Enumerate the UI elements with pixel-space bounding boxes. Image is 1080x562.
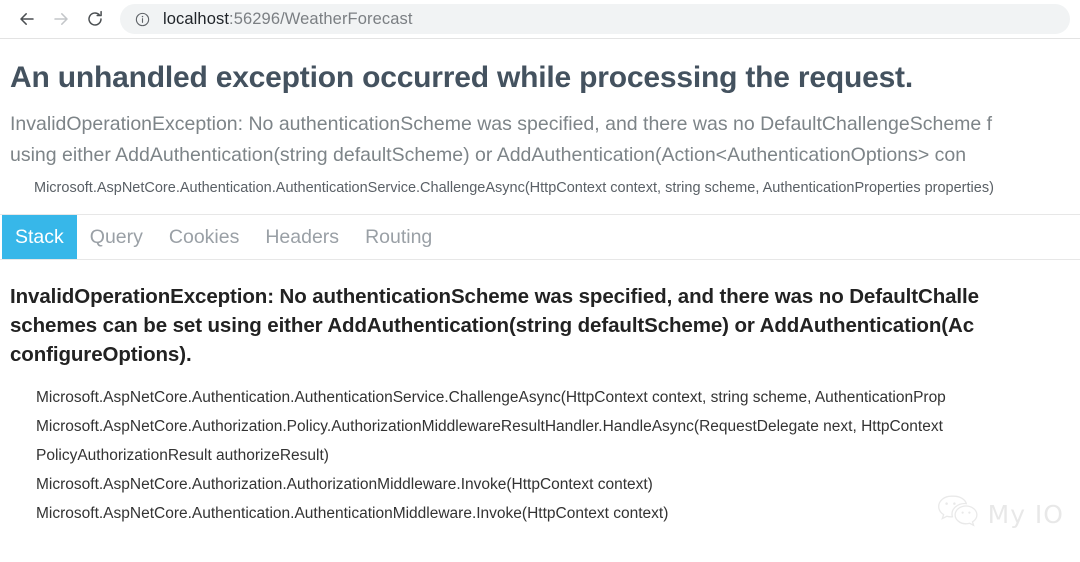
browser-toolbar: localhost:56296/WeatherForecast: [0, 0, 1080, 39]
tab-headers-label: Headers: [265, 225, 340, 248]
exception-summary-line-2: using either AddAuthentication(string de…: [10, 144, 967, 166]
info-circle-icon[interactable]: [134, 11, 151, 28]
reload-button[interactable]: [78, 2, 112, 36]
tab-bar: Stack Query Cookies Headers Routing: [0, 214, 1080, 260]
address-bar-host: localhost: [163, 9, 230, 28]
stack-exception-title: InvalidOperationException: No authentica…: [10, 282, 1070, 369]
reload-icon: [85, 9, 105, 29]
address-bar-text: localhost:56296/WeatherForecast: [163, 10, 413, 29]
tab-routing-label: Routing: [365, 225, 433, 248]
forward-arrow-icon: [51, 9, 71, 29]
tab-headers[interactable]: Headers: [252, 215, 352, 259]
forward-button[interactable]: [44, 2, 78, 36]
stack-frame[interactable]: PolicyAuthorizationResult authorizeResul…: [10, 441, 1070, 470]
stack-frame[interactable]: Microsoft.AspNetCore.Authentication.Auth…: [10, 499, 1070, 528]
page-title: An unhandled exception occurred while pr…: [10, 61, 913, 94]
back-button[interactable]: [10, 2, 44, 36]
exception-summary: InvalidOperationException: No authentica…: [10, 109, 1070, 171]
back-arrow-icon: [17, 9, 37, 29]
stack-frame[interactable]: Microsoft.AspNetCore.Authorization.Autho…: [10, 470, 1070, 499]
tab-cookies-label: Cookies: [168, 225, 240, 248]
stack-panel: InvalidOperationException: No authentica…: [0, 282, 1080, 528]
tab-query-label: Query: [89, 225, 143, 248]
stack-frame[interactable]: Microsoft.AspNetCore.Authentication.Auth…: [10, 383, 1070, 412]
tab-query[interactable]: Query: [77, 215, 156, 259]
address-bar-path: :56296/WeatherForecast: [229, 9, 413, 28]
tab-routing[interactable]: Routing: [352, 215, 445, 259]
tab-stack[interactable]: Stack: [2, 215, 77, 259]
tab-cookies[interactable]: Cookies: [156, 215, 252, 259]
tab-stack-label: Stack: [15, 225, 64, 248]
stack-title-line-2: schemes can be set using either AddAuthe…: [10, 314, 974, 337]
stack-frame-list: Microsoft.AspNetCore.Authentication.Auth…: [10, 383, 1070, 528]
error-page: An unhandled exception occurred while pr…: [0, 39, 1080, 562]
exception-summary-line-1: InvalidOperationException: No authentica…: [10, 113, 993, 135]
stack-title-line-3: configureOptions).: [10, 343, 192, 366]
address-bar[interactable]: localhost:56296/WeatherForecast: [120, 4, 1070, 34]
stack-title-line-1: InvalidOperationException: No authentica…: [10, 285, 979, 308]
exception-top-frame: Microsoft.AspNetCore.Authentication.Auth…: [34, 180, 994, 196]
stack-frame[interactable]: Microsoft.AspNetCore.Authorization.Polic…: [10, 412, 1070, 441]
